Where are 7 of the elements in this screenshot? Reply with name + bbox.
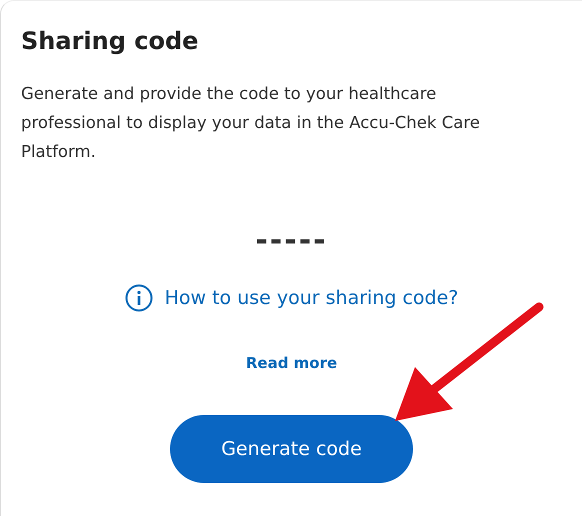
card-title: Sharing code xyxy=(21,27,200,55)
description-text: Generate and provide the code to your healthcare professional to display your data in the Accu-Chek Care Platform. xyxy=(21,83,481,163)
sharing-code: ----- xyxy=(255,226,328,256)
read-more-link[interactable]: Read more xyxy=(246,354,338,372)
help-link[interactable]: How to use your sharing code? xyxy=(164,287,458,309)
info-icon xyxy=(124,284,153,312)
generate-code-button[interactable]: Generate code xyxy=(170,415,413,483)
